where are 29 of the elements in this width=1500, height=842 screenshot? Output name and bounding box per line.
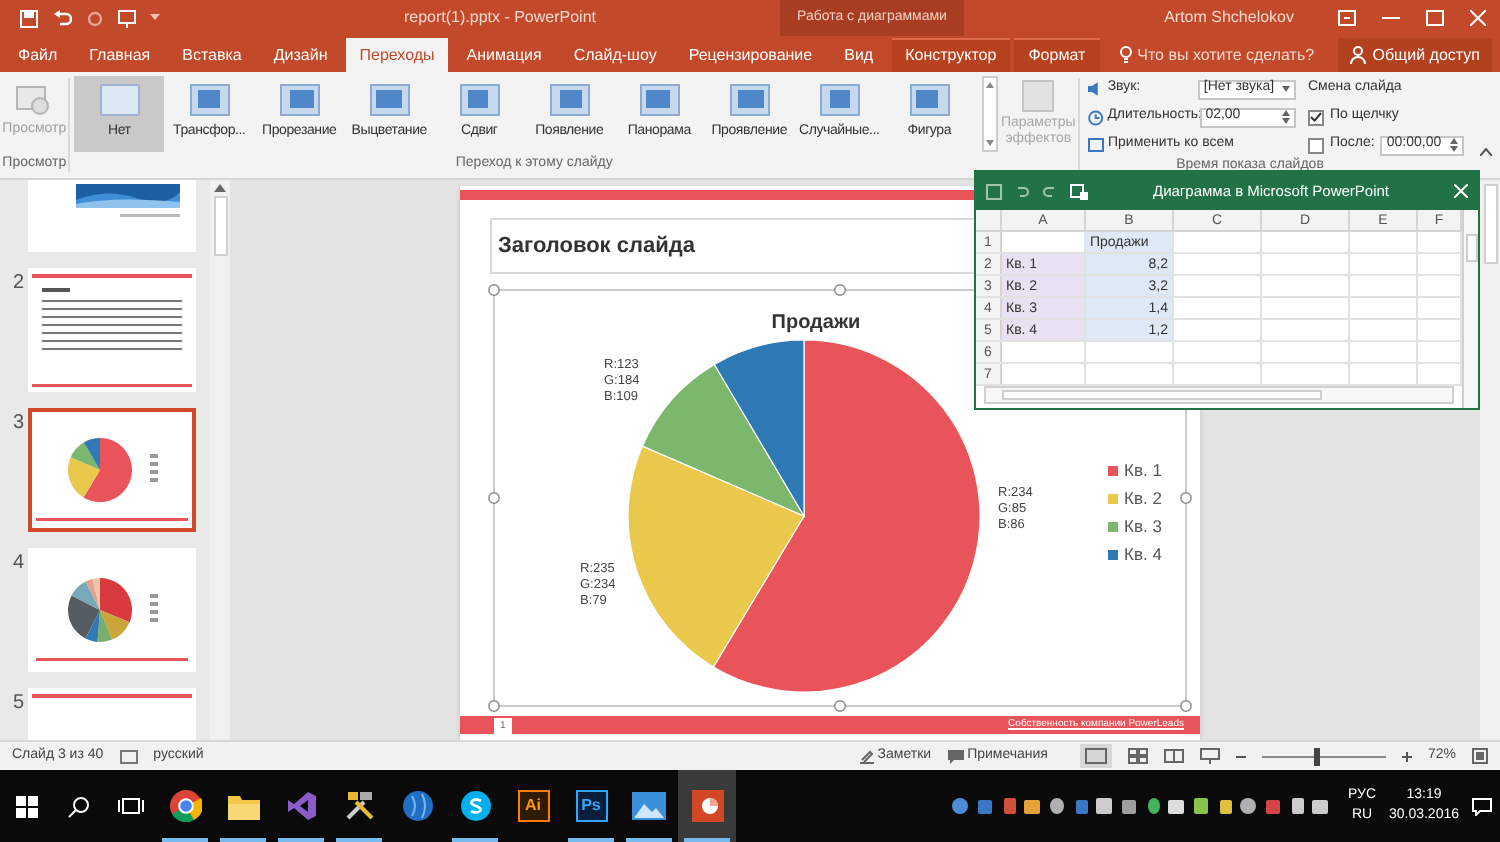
photoshop-icon: Ps [575,790,607,822]
window-title: report(1).pptx - PowerPoint [401,6,599,30]
legend-label: Кв. 3 [1124,516,1162,536]
legend-label: Кв. 4 [1124,544,1162,564]
slide-title: Заголовок слайда [498,231,695,262]
ribbon-tab[interactable]: Вид [830,38,888,72]
ribbon-tab[interactable]: Файл [4,38,72,72]
tell-me-field[interactable]: Что вы хотите сделать? [1119,38,1315,72]
slide-number: 5 [10,690,26,718]
taskbar-app[interactable]: Ai [504,770,562,842]
ribbon-tab[interactable]: Формат [1014,38,1100,72]
slide-number: 2 [10,270,26,298]
ribbon-tab[interactable]: Конструктор [891,38,1011,72]
illustrator-icon: Ai [517,790,549,822]
legend-label: Кв. 1 [1124,460,1162,480]
legend-label: Кв. 2 [1124,488,1162,508]
ribbon-tab[interactable]: Переходы [345,38,449,72]
ribbon-tab[interactable]: Рецензирование [674,38,827,72]
ribbon-tab[interactable]: Главная [75,38,165,72]
user-name[interactable]: Artom Shchelokov [964,6,1324,30]
slide-number: 3 [10,410,26,438]
ribbon-tab[interactable]: Анимация [452,38,556,72]
share-button[interactable]: Общий доступ [1338,38,1492,72]
ribbon-tab[interactable]: Дизайн [259,38,342,72]
taskbar-app[interactable]: Ps [562,770,620,842]
ribbon-tab[interactable]: Слайд-шоу [559,38,671,72]
slide-number: 4 [10,550,26,578]
chart-title: Продажи [771,312,861,334]
ribbon-tab[interactable]: Вставка [168,38,256,72]
